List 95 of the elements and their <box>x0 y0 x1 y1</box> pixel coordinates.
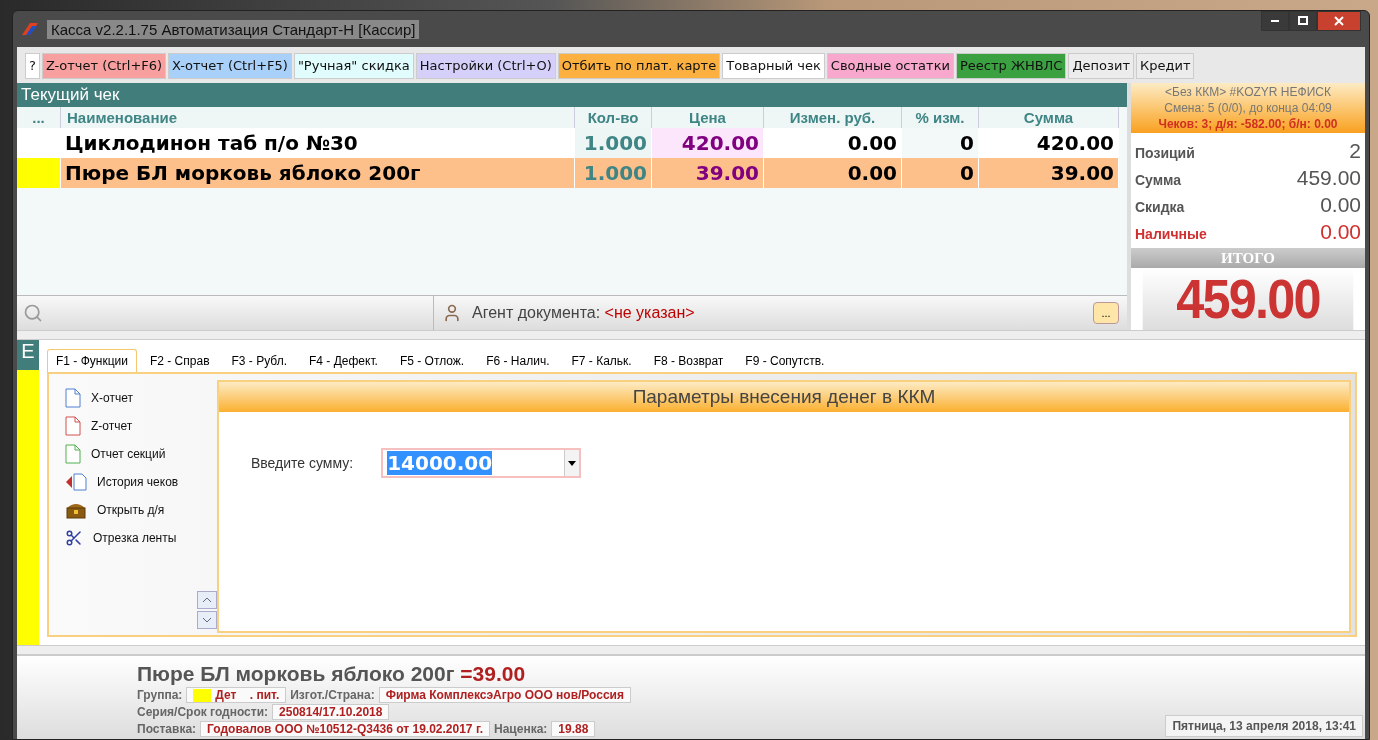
table-cell: 420.00 <box>979 127 1119 158</box>
info-value: Дет . пит. <box>186 687 287 703</box>
column-header[interactable]: Наименование <box>61 106 575 128</box>
function-item[interactable]: Отчет секций <box>91 447 166 462</box>
scroll-down-button[interactable] <box>197 611 217 630</box>
table-cell: Циклодинон таб п/о №30 <box>61 127 575 158</box>
column-header[interactable]: Сумма <box>979 106 1119 128</box>
maximize-button[interactable] <box>1289 11 1317 31</box>
tab[interactable]: F3 - Рубл. <box>222 349 296 373</box>
document-icon <box>65 388 81 409</box>
column-header[interactable]: Кол-во <box>575 106 652 128</box>
document-icon <box>65 444 81 465</box>
table-cell: 0 <box>902 157 979 188</box>
info-label: Группа: <box>137 688 183 702</box>
shift-info-text: Смена: 5 (0/0), до конца 04:09 <box>1163 100 1333 115</box>
table-cell: 39.00 <box>979 157 1119 188</box>
function-item[interactable]: X-отчет <box>91 391 133 406</box>
toolbar-button[interactable]: Отбить по плат. карте <box>557 52 721 79</box>
info-label: Изгот./Страна: <box>290 688 375 702</box>
shift-info-text: Чеков: 3; д/я: -582.00; б/н: 0.00 <box>1157 116 1339 131</box>
toolbar-button[interactable]: "Ручная" скидка <box>293 52 414 79</box>
toolbar-button[interactable]: ? <box>25 52 40 79</box>
toolbar-button[interactable]: Z-отчет (Ctrl+F6) <box>41 52 167 79</box>
chevron-up-icon <box>202 597 212 604</box>
toolbar-button[interactable]: Сводные остатки <box>826 52 954 79</box>
chevron-down-icon <box>202 617 212 624</box>
function-item[interactable]: Отрезка ленты <box>93 531 177 546</box>
info-value: Фирма КомплексэАгро ООО нов/Россия <box>378 687 631 703</box>
person-icon <box>442 303 462 324</box>
info-value: 250814/17.10.2018 <box>272 704 390 720</box>
total-label: ИТОГО <box>1131 248 1365 269</box>
info-label: Серия/Срок годности: <box>137 705 269 719</box>
strip-header: Е <box>17 340 39 371</box>
stat-value: 459.00 <box>1296 165 1361 190</box>
agent-label: Агент документа: <не указан> <box>472 304 695 323</box>
stat-label: Позиций <box>1135 144 1195 161</box>
maximize-icon <box>1297 16 1309 26</box>
tab[interactable]: F6 - Налич. <box>477 349 559 373</box>
info-label: Поставка: <box>137 722 197 736</box>
tab[interactable]: F8 - Возврат <box>644 349 733 373</box>
search-icon[interactable] <box>23 303 43 324</box>
column-header[interactable]: ... <box>17 106 61 128</box>
table-cell: 39.00 <box>652 157 764 188</box>
tab[interactable]: F4 - Дефект. <box>300 349 387 373</box>
function-item[interactable]: История чеков <box>97 475 179 490</box>
tab[interactable]: F7 - Кальк. <box>562 349 641 373</box>
stat-value: 2 <box>1349 138 1361 163</box>
more-button[interactable]: ... <box>1093 302 1119 325</box>
splitter[interactable] <box>17 330 1365 341</box>
toolbar-button[interactable]: Депозит <box>1068 52 1134 79</box>
receipt-title: Текущий чек <box>17 82 1127 107</box>
table-cell: Пюре БЛ морковь яблоко 200г <box>61 157 575 188</box>
stat-value: 0.00 <box>1320 192 1361 217</box>
close-button[interactable] <box>1317 11 1361 31</box>
window-title: Касса v2.2.1.75 Автоматизация Стандарт-Н [Кассир] <box>47 19 420 39</box>
tab[interactable]: F5 - Отлож. <box>390 349 474 373</box>
panel-title: Параметры внесения денег в ККМ <box>219 382 1349 413</box>
tab[interactable]: F1 - Функции <box>47 349 137 373</box>
table-cell: 1.000 <box>575 157 652 188</box>
tab[interactable]: F9 - Сопутств. <box>736 349 834 373</box>
column-header[interactable]: % изм. <box>902 106 979 128</box>
stat-value: 0.00 <box>1320 219 1361 244</box>
table-cell: 0.00 <box>764 127 902 158</box>
toolbar-button[interactable]: X-отчет (Ctrl+F5) <box>168 52 292 79</box>
function-item[interactable]: Z-отчет <box>91 419 133 434</box>
toolbar-button[interactable]: Реестр ЖНВЛС <box>955 52 1067 79</box>
toolbar-button[interactable]: Кредит <box>1136 52 1195 79</box>
arrow-document-icon <box>65 473 87 492</box>
close-icon <box>1333 16 1345 26</box>
stat-label: Наличные <box>1135 225 1207 242</box>
table-cell: 420.00 <box>652 127 764 158</box>
toolbar-button[interactable]: Товарный чек <box>722 52 825 79</box>
product-name: Пюре БЛ морковь яблоко 200г =39.00 <box>137 662 527 686</box>
column-header[interactable]: Измен. руб. <box>764 106 902 128</box>
minimize-button[interactable] <box>1261 11 1289 31</box>
info-value: 19.88 <box>551 721 596 737</box>
scissors-icon <box>65 529 83 548</box>
dropdown-icon <box>568 460 577 466</box>
document-icon <box>65 416 81 437</box>
shift-info-text: <Без ККМ> #KOZYR НЕФИСК <box>1164 84 1332 99</box>
info-value: Годовалов ООО №10512-Q3436 от 19.02.2017 г. <box>200 721 490 737</box>
column-header[interactable]: Цена <box>652 106 764 128</box>
app-logo-icon <box>21 22 39 36</box>
function-item[interactable]: Открыть д/я <box>97 503 165 518</box>
table-cell: 1.000 <box>575 127 652 158</box>
stat-label: Скидка <box>1135 198 1185 215</box>
table-cell: 0.00 <box>764 157 902 188</box>
stat-label: Сумма <box>1135 171 1182 188</box>
minimize-icon <box>1271 20 1279 22</box>
toolbar-button[interactable]: Настройки (Ctrl+O) <box>415 52 556 79</box>
info-label: Наценка: <box>494 722 548 736</box>
status-datetime: Пятница, 13 апреля 2018, 13:41 <box>1165 715 1363 737</box>
tab[interactable]: F2 - Справ <box>140 349 219 373</box>
field-label: Введите сумму: <box>251 455 354 472</box>
scroll-up-button[interactable] <box>197 591 217 610</box>
